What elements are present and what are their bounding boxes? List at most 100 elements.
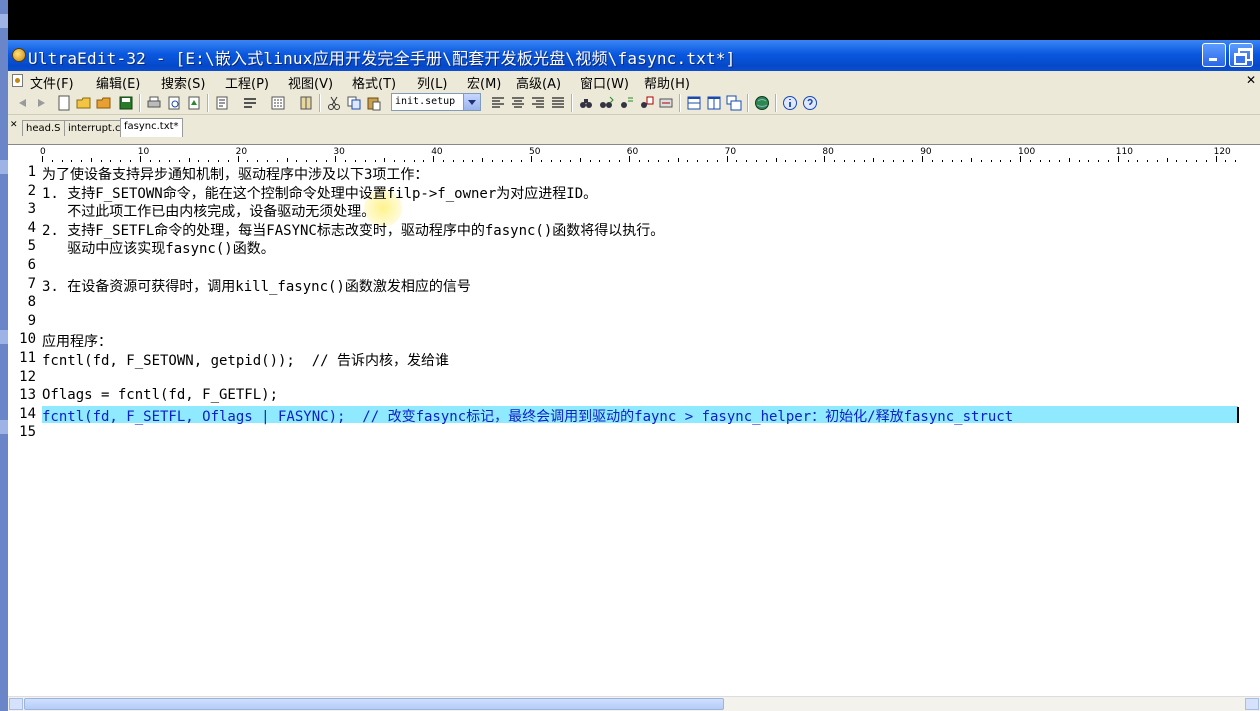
toolbar-separator (139, 94, 141, 112)
info-icon[interactable] (782, 95, 798, 111)
line-number: 1 (27, 164, 36, 180)
toolbar-separator (319, 94, 321, 112)
desktop-icon (0, 14, 8, 28)
print-icon[interactable] (146, 95, 162, 111)
browser-icon[interactable] (754, 95, 770, 111)
menu-window[interactable]: 窗口(W) (580, 73, 629, 92)
line-number: 6 (27, 257, 36, 273)
minimize-button[interactable] (1202, 43, 1226, 67)
line-number: 12 (19, 368, 36, 385)
split-vertical-icon[interactable] (706, 95, 722, 111)
menu-view[interactable]: 视图(V) (288, 73, 333, 92)
scroll-left-icon[interactable] (9, 698, 23, 710)
code-line[interactable]: 驱动中应该实现fasync()函数。 (42, 238, 274, 258)
code-line[interactable]: 3. 在设备资源可获得时，调用kill_fasync()函数激发相应的信号 (42, 276, 471, 296)
menu-macro[interactable]: 宏(M) (467, 73, 501, 92)
open-file-icon[interactable] (96, 95, 112, 111)
line-number: 15 (19, 424, 36, 441)
justify-icon[interactable] (550, 95, 566, 111)
spell-check-icon[interactable] (658, 95, 674, 111)
line-number: 2 (27, 182, 36, 199)
line-number: 13 (19, 387, 36, 404)
cascade-icon[interactable] (726, 95, 742, 111)
open-folder-icon[interactable] (76, 95, 92, 111)
toolbar: init.setup (8, 91, 1260, 115)
macro-select-value: init.setup (395, 96, 456, 107)
code-line[interactable]: fcntl(fd, F_SETFL, Oflags | FASYNC); // … (42, 406, 1013, 426)
ultraedit-app-icon[interactable] (12, 48, 26, 62)
code-line[interactable]: 应用程序： (42, 331, 112, 351)
paste-icon[interactable] (366, 95, 382, 111)
window-title: UltraEdit-32 - [E:\嵌入式linux应用开发完全手册\配套开发… (28, 49, 736, 68)
menu-search[interactable]: 搜索(S) (161, 73, 205, 92)
print-preview-icon[interactable] (166, 95, 182, 111)
chevron-down-icon[interactable] (463, 94, 480, 110)
code-line[interactable]: 为了使设备支持异步通知机制，驱动程序中涉及以下3项工作： (42, 164, 428, 184)
menu-file[interactable]: 文件(F) (30, 73, 74, 92)
tab-fasync-txt[interactable]: fasync.txt* (120, 118, 183, 137)
column-ruler: 0 10 20 30 40 50 60 70 80 90 100 110 120 (8, 144, 1260, 162)
text-caret (1237, 406, 1239, 423)
find-next-icon[interactable] (598, 95, 614, 111)
new-file-icon[interactable] (56, 95, 72, 111)
title-bar[interactable]: UltraEdit-32 - [E:\嵌入式linux应用开发完全手册\配套开发… (8, 40, 1260, 71)
code-line[interactable]: Oflags = fcntl(fd, F_GETFL); (42, 387, 278, 403)
line-number: 7 (27, 275, 36, 292)
close-tab-icon[interactable]: ✕ (10, 120, 18, 130)
toolbar-separator (679, 94, 681, 112)
cut-icon[interactable] (326, 95, 342, 111)
line-number: 3 (27, 201, 36, 218)
menu-project[interactable]: 工程(P) (225, 73, 269, 92)
menu-help[interactable]: 帮助(H) (644, 73, 690, 92)
align-right-icon[interactable] (530, 95, 546, 111)
menu-column[interactable]: 列(L) (417, 73, 447, 92)
word-wrap-icon[interactable] (242, 95, 258, 111)
code-line[interactable]: 2. 支持F_SETFL命令的处理，每当FASYNC标志改变时，驱动程序中的fa… (42, 220, 664, 240)
properties-icon[interactable] (214, 95, 230, 111)
column-mode-icon[interactable] (298, 95, 314, 111)
toolbar-separator (571, 94, 573, 112)
line-number: 14 (19, 405, 36, 422)
print-setup-icon[interactable] (186, 95, 202, 111)
save-icon[interactable] (118, 95, 134, 111)
scroll-right-icon[interactable] (1245, 698, 1259, 710)
line-number: 10 (19, 331, 36, 348)
forward-icon[interactable] (34, 95, 50, 111)
restore-button[interactable] (1229, 43, 1253, 67)
tab-interrupt-c[interactable]: interrupt.c (64, 120, 125, 136)
find-in-files-icon[interactable] (638, 95, 654, 111)
code-line[interactable]: fcntl(fd, F_SETOWN, getpid()); // 告诉内核，发… (42, 350, 449, 370)
code-line[interactable]: 不过此项工作已由内核完成，设备驱动无须处理。 (42, 201, 375, 221)
menu-advanced[interactable]: 高级(A) (516, 73, 561, 92)
line-number: 5 (27, 238, 36, 255)
ultraedit-window: UltraEdit-32 - [E:\嵌入式linux应用开发完全手册\配套开发… (8, 40, 1260, 711)
help-icon[interactable] (802, 95, 818, 111)
menu-bar: 文件(F) 编辑(E) 搜索(S) 工程(P) 视图(V) 格式(T) 列(L)… (8, 71, 1260, 92)
document-icon[interactable] (12, 74, 23, 87)
line-number: 4 (27, 219, 36, 236)
toolbar-separator (775, 94, 777, 112)
editor-area[interactable]: 1 2 3 4 5 6 7 8 9 10 11 12 13 14 15 为了使设备支持异步通知机制，驱动程序… (8, 162, 1260, 696)
split-horizontal-icon[interactable] (686, 95, 702, 111)
align-left-icon[interactable] (490, 95, 506, 111)
line-number: 11 (19, 350, 36, 366)
hex-icon[interactable] (270, 95, 286, 111)
menu-edit[interactable]: 编辑(E) (96, 73, 140, 92)
macro-select[interactable]: init.setup (391, 93, 481, 111)
scrollbar-thumb[interactable] (24, 698, 724, 710)
find-icon[interactable] (578, 95, 594, 111)
close-document-icon[interactable]: ✕ (1244, 73, 1258, 87)
menu-format[interactable]: 格式(T) (352, 73, 396, 92)
toolbar-separator (207, 94, 209, 112)
replace-icon[interactable] (618, 95, 634, 111)
back-icon[interactable] (14, 95, 30, 111)
horizontal-scrollbar[interactable] (8, 696, 1260, 711)
align-center-icon[interactable] (510, 95, 526, 111)
copy-icon[interactable] (346, 95, 362, 111)
code-line[interactable]: 1. 支持F_SETOWN命令，能在这个控制命令处理中设置filp->f_own… (42, 183, 597, 203)
tab-head-s[interactable]: head.S (22, 120, 65, 136)
file-tab-bar: ✕ head.S interrupt.c fasync.txt* (8, 116, 1260, 138)
toolbar-separator (747, 94, 749, 112)
line-number: 8 (27, 294, 36, 311)
line-number-gutter: 1 2 3 4 5 6 7 8 9 10 11 12 13 14 15 (10, 162, 38, 696)
